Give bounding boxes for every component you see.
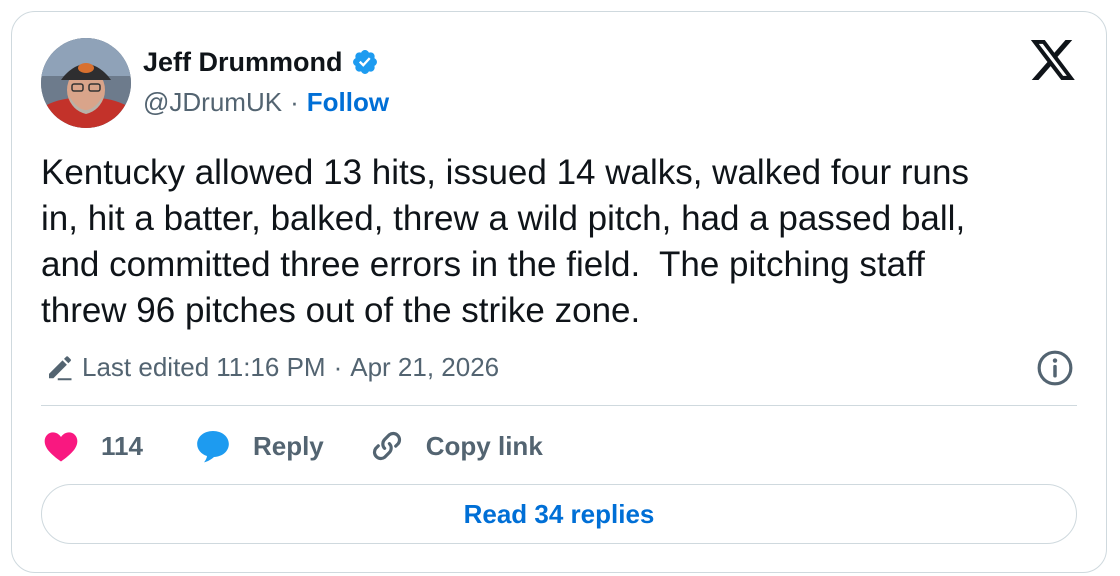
tweet-text: Kentucky allowed 13 hits, issued 14 walk…: [41, 153, 969, 330]
read-replies-button[interactable]: Read 34 replies: [41, 484, 1077, 544]
pencil-icon: [49, 356, 72, 381]
edited-label: Last edited: [82, 351, 210, 382]
edit-info-row: Last edited 11:16 PM · Apr 21, 2026: [44, 347, 499, 387]
tweet-date[interactable]: Apr 21, 2026: [350, 352, 499, 383]
x-logo-icon[interactable]: [1029, 40, 1077, 80]
like-button[interactable]: 114: [41, 426, 143, 466]
heart-icon: [44, 432, 78, 462]
divider: [41, 405, 1077, 406]
info-icon[interactable]: [1036, 349, 1074, 387]
reply-bubble-icon: [197, 431, 229, 463]
copy-link-button[interactable]: Copy link: [368, 427, 543, 465]
link-icon: [372, 431, 401, 461]
avatar-image: [41, 38, 131, 128]
author-handle[interactable]: @JDrumUK: [143, 87, 282, 118]
handle-separator: ·: [290, 86, 299, 117]
meta-separator: ·: [333, 351, 343, 382]
reply-button[interactable]: Reply: [193, 426, 324, 466]
reply-label: Reply: [252, 430, 324, 461]
author-name-row: Jeff Drummond: [143, 44, 379, 80]
avatar[interactable]: [41, 38, 131, 128]
author-name[interactable]: Jeff Drummond: [143, 47, 343, 78]
author-handle-row: @JDrumUK · Follow: [143, 84, 389, 120]
follow-button[interactable]: Follow: [307, 87, 389, 118]
copy-link-label: Copy link: [425, 430, 543, 461]
action-bar: 114 Reply Copy link: [41, 424, 543, 468]
tweet-time[interactable]: 11:16 PM: [216, 352, 325, 383]
like-count: 114: [101, 430, 143, 461]
verified-badge-icon: [352, 50, 377, 74]
